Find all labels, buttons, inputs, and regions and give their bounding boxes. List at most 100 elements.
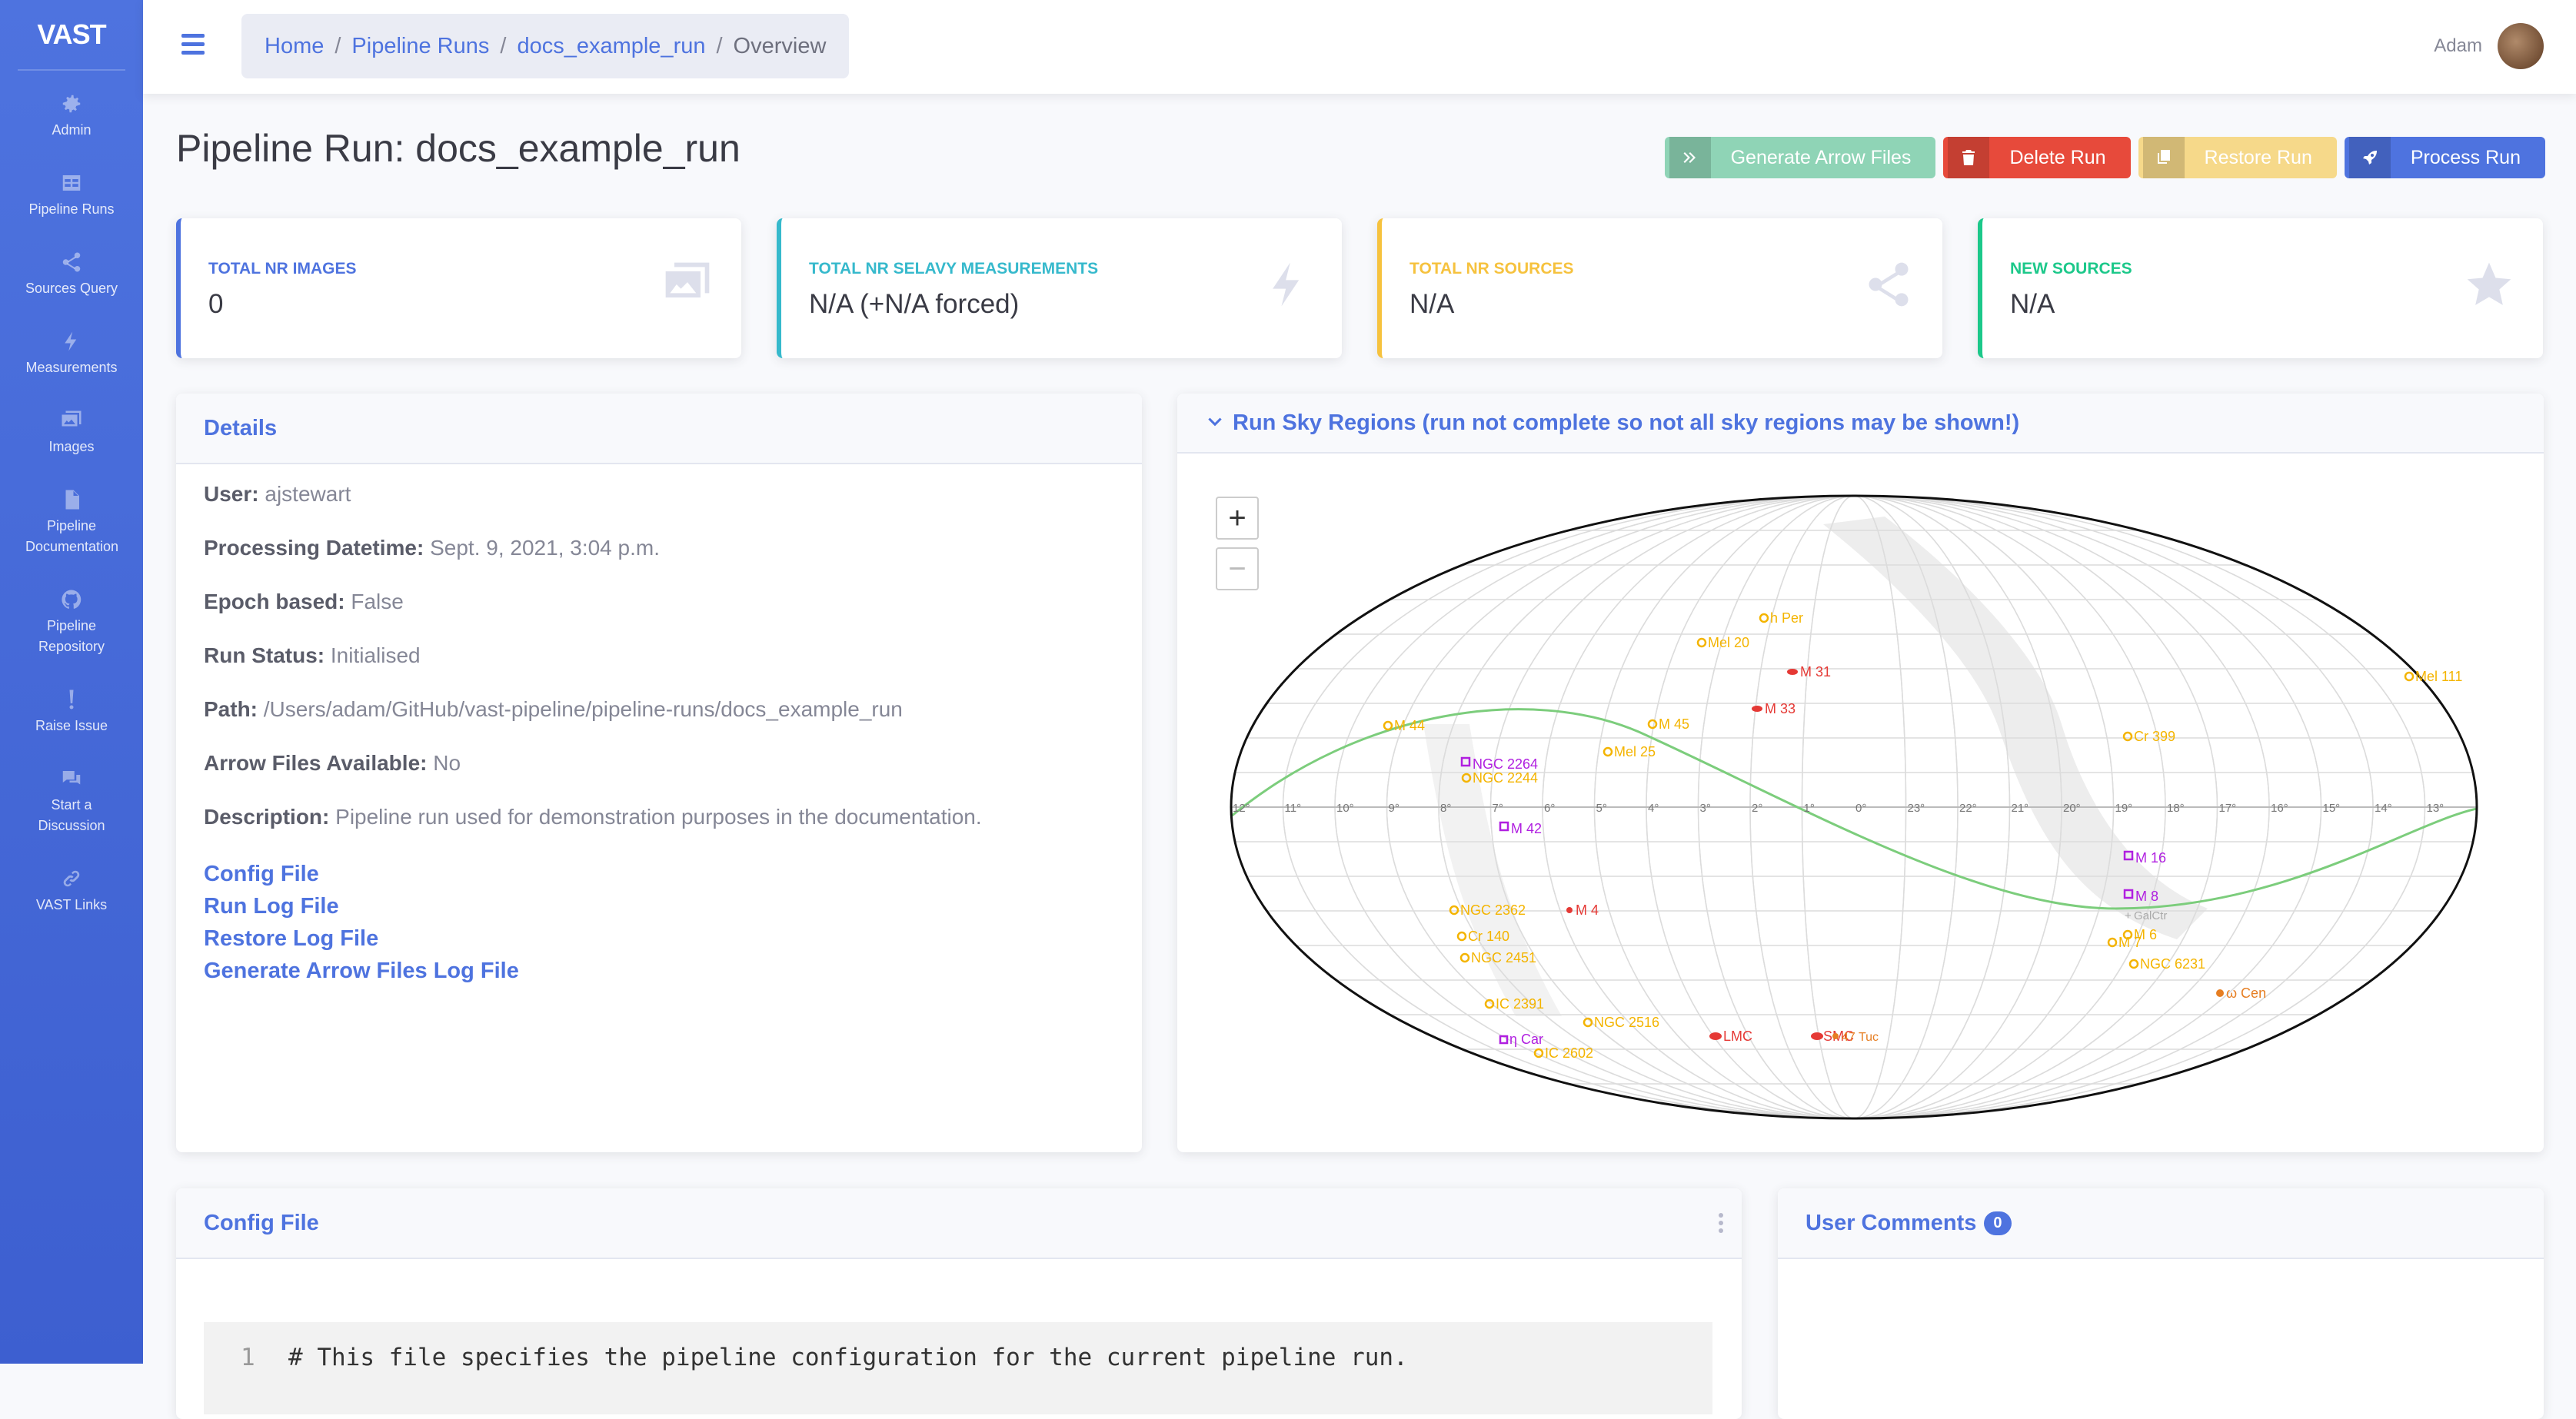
svg-text:Mel 25: Mel 25 (1614, 744, 1656, 759)
stat-label: Total Nr Images (208, 260, 357, 277)
description-value: Pipeline run used for demonstration purp… (335, 805, 982, 829)
restore-log-file-link[interactable]: Restore Log File (204, 922, 1114, 955)
breadcrumb: Home / Pipeline Runs / docs_example_run … (241, 14, 850, 78)
page-title: Pipeline Run: docs_example_run (176, 127, 741, 170)
config-file-link[interactable]: Config File (204, 858, 1114, 890)
user-comments-header: User Comments 0 (1778, 1188, 2544, 1259)
images-icon (665, 262, 710, 297)
stat-label: New Sources (2010, 260, 2132, 277)
svg-text:M 16: M 16 (2135, 850, 2166, 866)
svg-text:NGC 2244: NGC 2244 (1473, 770, 1538, 786)
ra-tick-label: 20° (2063, 802, 2081, 815)
sky-regions-title: Run Sky Regions (run not complete so not… (1233, 410, 2020, 435)
svg-text:+: + (2125, 909, 2132, 922)
svg-text:Mel 20: Mel 20 (1708, 635, 1749, 650)
file-links: Config File Run Log File Restore Log Fil… (204, 858, 1114, 987)
sidebar-item-label: VAST Links (35, 897, 108, 912)
sidebar-item-label: Pipeline Runs (28, 201, 115, 217)
map-object[interactable]: + GalCtr (2125, 909, 2167, 922)
svg-text:M 31: M 31 (1800, 664, 1831, 680)
sidebar: VAST Admin Pipeline Runs Sources Query M… (0, 0, 143, 1364)
svg-text:GalCtr: GalCtr (2134, 909, 2167, 922)
generate-arrow-log-link[interactable]: Generate Arrow Files Log File (204, 955, 1114, 987)
details-header: Details (176, 394, 1142, 464)
sidebar-item-pipeline-runs[interactable]: Pipeline Runs (0, 156, 143, 235)
sidebar-item-start-discussion[interactable]: Start a Discussion (0, 752, 143, 852)
sidebar-item-sources-query[interactable]: Sources Query (0, 235, 143, 314)
ra-tick-label: 8° (1440, 802, 1451, 815)
breadcrumb-run[interactable]: docs_example_run (517, 34, 705, 59)
more-options-icon[interactable] (1719, 1213, 1723, 1236)
bolt-icon (1273, 262, 1300, 307)
svg-text:NGC 2451: NGC 2451 (1471, 950, 1536, 965)
svg-text:η Car: η Car (1509, 1032, 1543, 1047)
sidebar-item-pipeline-repository[interactable]: Pipeline Repository (0, 573, 143, 673)
ra-tick-label: 1° (1804, 802, 1815, 815)
svg-text:M 8: M 8 (2135, 889, 2158, 904)
map-object[interactable]: NGC 2244 (1461, 770, 1538, 786)
map-object[interactable]: NGC 2362 (1449, 902, 1526, 918)
link-icon (63, 870, 80, 887)
sidebar-item-vast-links[interactable]: VAST Links (0, 852, 143, 931)
field-label: Arrow Files Available: (204, 751, 428, 775)
field-label: Run Status: (204, 643, 325, 667)
user-menu[interactable]: Adam (2434, 23, 2544, 69)
map-object[interactable]: NGC 2264 (1460, 756, 1538, 772)
ra-tick-label: 23° (1908, 802, 1925, 815)
vast-logo[interactable]: VAST (18, 0, 125, 71)
code-line: # This file specifies the pipeline confi… (288, 1344, 1408, 1371)
sidebar-item-label: Raise Issue (35, 718, 108, 733)
path-value: /Users/adam/GitHub/vast-pipeline/pipelin… (263, 697, 903, 721)
gear-icon (62, 95, 81, 113)
restore-run-button[interactable]: Restore Run (2138, 137, 2337, 178)
sky-map[interactable]: 12° 11° 10° 9° 8° 7° 6° 5° 4° 3° 2° 1° 0° 23° 22° 21° 20… (1208, 478, 2500, 1124)
ra-tick-label: 4° (1648, 802, 1659, 815)
process-run-button[interactable]: Process Run (2344, 137, 2545, 178)
avatar[interactable] (2498, 23, 2544, 69)
comment-count-badge: 0 (1984, 1211, 2012, 1235)
stat-value: 0 (208, 289, 224, 319)
share-icon (1869, 262, 1909, 307)
menu-toggle-icon[interactable] (181, 34, 205, 55)
breadcrumb-home[interactable]: Home (265, 34, 324, 59)
delete-run-button[interactable]: Delete Run (1943, 137, 2131, 178)
map-object[interactable]: NGC 6231 (2128, 956, 2205, 972)
run-log-file-link[interactable]: Run Log File (204, 890, 1114, 922)
ra-tick-label: 10° (1336, 802, 1354, 815)
map-object[interactable]: NGC 2516 (1583, 1015, 1659, 1030)
action-buttons: Generate Arrow Files Delete Run Restore … (1664, 137, 2545, 178)
user-name: Adam (2434, 35, 2482, 56)
trash-icon (1962, 150, 1975, 165)
svg-text:LMC: LMC (1723, 1029, 1752, 1044)
ra-tick-label: 0° (1855, 802, 1866, 815)
ra-tick-label: 12° (1233, 802, 1250, 815)
map-object[interactable]: NGC 2451 (1459, 950, 1536, 965)
sidebar-item-admin[interactable]: Admin (0, 77, 143, 156)
sidebar-item-images[interactable]: Images (0, 394, 143, 473)
stat-value: N/A (+N/A forced) (809, 289, 1020, 319)
ra-tick-label: 13° (2427, 802, 2445, 815)
svg-text:M 45: M 45 (1659, 716, 1689, 732)
sidebar-item-measurements[interactable]: Measurements (0, 314, 143, 394)
breadcrumb-pipeline-runs[interactable]: Pipeline Runs (351, 34, 489, 59)
sky-regions-card: Run Sky Regions (run not complete so not… (1177, 394, 2544, 1152)
config-file-card: Config File 1 # This file specifies the … (176, 1188, 1742, 1419)
stat-label: Total Nr Selavy Measurements (809, 260, 1099, 277)
images-icon (62, 410, 82, 427)
breadcrumb-separator: / (500, 33, 507, 58)
svg-text:M 42: M 42 (1511, 821, 1542, 836)
sidebar-item-pipeline-documentation[interactable]: Pipeline Documentation (0, 473, 143, 573)
config-code-block: 1 # This file specifies the pipeline con… (204, 1322, 1712, 1414)
svg-text:NGC 2516: NGC 2516 (1594, 1015, 1659, 1030)
delete-run-label: Delete Run (2009, 146, 2106, 168)
ra-tick-label: 2° (1752, 802, 1762, 815)
svg-text:NGC 2264: NGC 2264 (1473, 756, 1538, 772)
status-value: Initialised (330, 643, 421, 667)
github-icon (62, 590, 82, 609)
sky-regions-header[interactable]: Run Sky Regions (run not complete so not… (1177, 394, 2544, 454)
svg-text:47 Tuc: 47 Tuc (1842, 1031, 1879, 1044)
ra-tick-label: 17° (2219, 802, 2237, 815)
sidebar-item-raise-issue[interactable]: Raise Issue (0, 673, 143, 752)
stat-card-new-sources: New Sources N/A (1978, 218, 2543, 358)
generate-arrow-files-button[interactable]: Generate Arrow Files (1664, 137, 1936, 178)
